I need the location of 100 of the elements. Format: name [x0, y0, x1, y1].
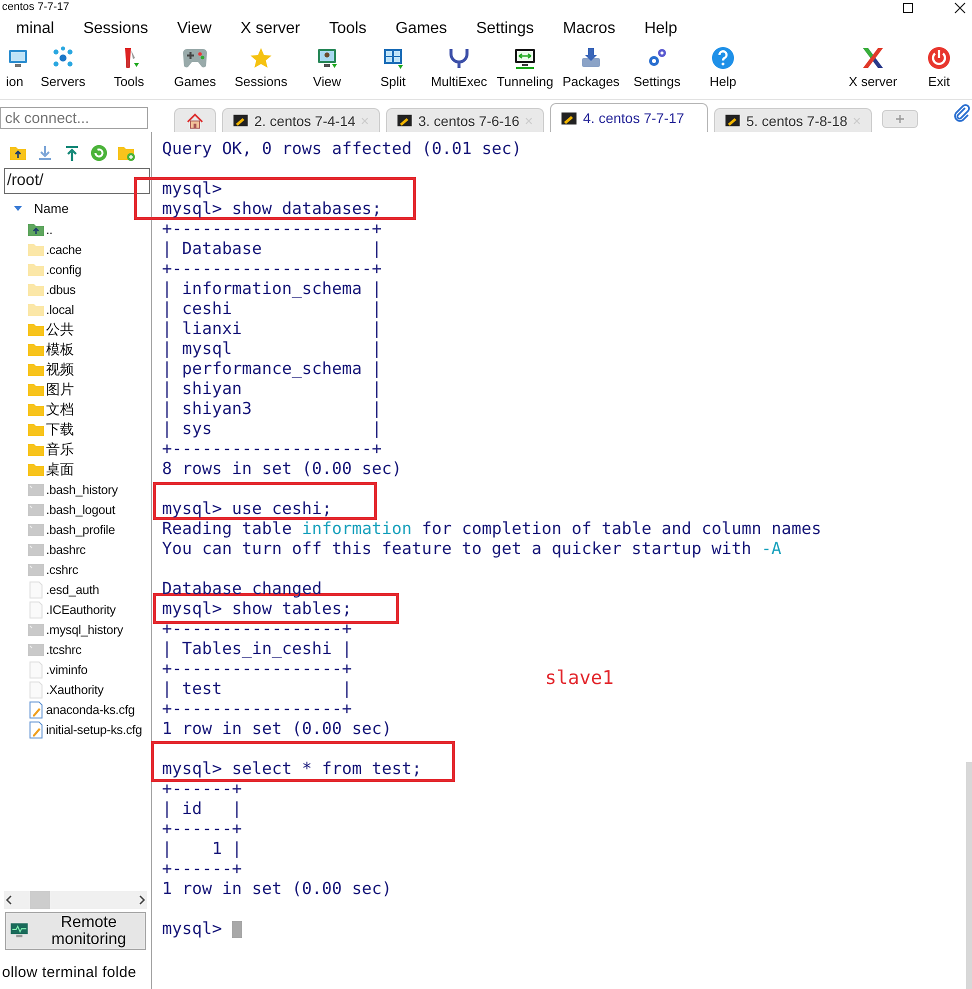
toolbar-button[interactable]: View	[294, 43, 360, 99]
folder-icon	[27, 401, 45, 419]
folder-icon	[27, 381, 45, 399]
toolbar-button[interactable]: Sessions	[228, 43, 294, 99]
terminal-line: +--------------------+	[162, 439, 382, 459]
quick-connect-field[interactable]: ck connect...	[0, 107, 148, 129]
menu-item[interactable]: Sessions	[67, 20, 162, 38]
scrollbar-thumb[interactable]	[30, 891, 50, 909]
file-name[interactable]: ..	[46, 223, 53, 237]
monitor-icon	[513, 46, 537, 70]
new-tab-button[interactable]	[882, 110, 918, 128]
terminal-line: | ceshi |	[162, 299, 382, 319]
file-name[interactable]: .mysql_history	[46, 623, 124, 637]
file-name[interactable]: .ICEauthority	[46, 603, 116, 617]
terminal-line: | sys |	[162, 419, 382, 439]
session-tab[interactable]: 5. centos 7-8-18	[714, 108, 872, 132]
file-name[interactable]: 公共	[46, 321, 74, 339]
menu-item[interactable]: Tools	[313, 20, 380, 38]
terminal-line: +------+	[162, 779, 242, 799]
menu-item[interactable]: Games	[379, 20, 460, 38]
toolbar-button[interactable]: Split	[360, 43, 426, 99]
file-name[interactable]: .bashrc	[46, 543, 86, 557]
toolbar-button[interactable]: Tunneling	[492, 43, 558, 99]
menu-item[interactable]: View	[161, 20, 225, 38]
terminal-line: +-----------------+	[162, 619, 352, 639]
file-name[interactable]: .cache	[46, 243, 82, 257]
file-name[interactable]: .Xauthority	[46, 683, 104, 697]
terminal-icon	[561, 112, 577, 124]
config-file-icon	[27, 701, 45, 719]
folder-icon	[27, 241, 45, 259]
close-icon	[525, 116, 533, 124]
file-name[interactable]: 桌面	[46, 461, 74, 479]
file-name[interactable]: 视频	[46, 361, 74, 379]
terminal-line: mysql> show databases;	[162, 199, 382, 219]
file-name[interactable]: 下载	[46, 421, 74, 439]
toolbar-button[interactable]: X server	[840, 43, 906, 99]
terminal-line: | id |	[162, 799, 242, 819]
folder-up-icon	[27, 221, 45, 239]
toolbar-button[interactable]: Servers	[30, 43, 96, 99]
gamepad-icon	[183, 46, 207, 70]
toolbar-button[interactable]: ion	[0, 43, 30, 99]
menu-item[interactable]: Help	[628, 20, 690, 38]
session-tab[interactable]: 4. centos 7-7-17	[550, 103, 708, 132]
menu-item[interactable]: Macros	[546, 20, 628, 38]
horizontal-scrollbar[interactable]	[4, 891, 147, 909]
terminal-line: 1 row in set (0.00 sec)	[162, 879, 392, 899]
menu-item[interactable]: X server	[224, 20, 314, 38]
file-name[interactable]: .esd_auth	[46, 583, 100, 597]
vertical-scrollbar[interactable]	[966, 762, 972, 989]
scroll-right-icon	[137, 894, 147, 906]
file-tool-button[interactable]	[9, 144, 27, 162]
file-name[interactable]: .cshrc	[46, 563, 78, 577]
file-name[interactable]: 音乐	[46, 441, 74, 459]
session-tab[interactable]: 3. centos 7-6-16	[386, 108, 544, 132]
file-name[interactable]: .bash_history	[46, 483, 118, 497]
toolbar-button[interactable]: MultiExec	[426, 43, 492, 99]
file-name[interactable]: .bash_logout	[46, 503, 116, 517]
toolbar-button[interactable]: Settings	[624, 43, 690, 99]
file-name[interactable]: .tcshrc	[46, 643, 82, 657]
terminal-line: Reading table information for completion of table and column names	[162, 519, 822, 539]
file-icon	[27, 541, 45, 559]
toolbar-button[interactable]: Tools	[96, 43, 162, 99]
new-folder-icon	[117, 144, 135, 162]
terminal-icon	[233, 114, 248, 127]
session-tab[interactable]: 2. centos 7-4-14	[222, 108, 380, 132]
package-icon	[579, 46, 603, 70]
terminal-line: | shiyan3 |	[162, 399, 382, 419]
file-icon	[27, 641, 45, 659]
toolbar-button[interactable]: Games	[162, 43, 228, 99]
scroll-left-icon	[4, 894, 14, 906]
menu-item[interactable]: minal	[0, 20, 68, 38]
file-name[interactable]: 文档	[46, 401, 74, 419]
menu-item[interactable]: Settings	[460, 20, 547, 38]
window-title: centos 7-7-17	[2, 1, 70, 14]
file-name[interactable]: .local	[46, 303, 74, 317]
file-name[interactable]: anaconda-ks.cfg	[46, 703, 135, 717]
remote-monitoring-button[interactable]: Remote monitoring	[5, 912, 146, 950]
file-name[interactable]: .viminfo	[46, 663, 88, 677]
toolbar-button[interactable]: Exit	[906, 43, 972, 99]
file-name[interactable]: initial-setup-ks.cfg	[46, 723, 142, 737]
terminal-line: | mysql |	[162, 339, 382, 359]
column-header[interactable]: Name	[34, 200, 69, 216]
download-icon	[36, 144, 54, 162]
file-name[interactable]: .bash_profile	[46, 523, 115, 537]
toolbar-button[interactable]: Packages	[558, 43, 624, 99]
file-name[interactable]: 模板	[46, 341, 74, 359]
home-tab[interactable]	[174, 108, 216, 132]
terminal-line: mysql>	[162, 179, 222, 199]
terminal-line: +--------------------+	[162, 259, 382, 279]
file-name[interactable]: .dbus	[46, 283, 76, 297]
terminal-line: | information_schema |	[162, 279, 382, 299]
path-field[interactable]: /root/	[4, 168, 150, 194]
file-name[interactable]: 图片	[46, 381, 74, 399]
file-icon	[27, 601, 45, 619]
terminal-line: Query OK, 0 rows affected (0.01 sec)	[162, 139, 522, 159]
toolbar-button[interactable]: Help	[690, 43, 756, 99]
file-icon	[27, 481, 45, 499]
follow-folder-label[interactable]: ollow terminal folde	[0, 950, 151, 989]
fork-icon	[447, 46, 471, 70]
file-name[interactable]: .config	[46, 263, 82, 277]
